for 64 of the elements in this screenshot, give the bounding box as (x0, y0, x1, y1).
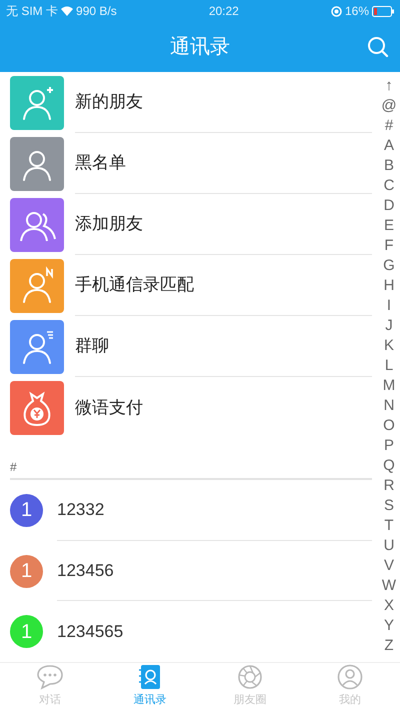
index-letter[interactable]: G (383, 256, 395, 276)
menu-label: 群聊 (75, 335, 109, 358)
index-letter[interactable]: L (384, 356, 394, 376)
index-letter[interactable]: Y (384, 616, 394, 636)
wifi-icon (61, 6, 74, 16)
index-letter[interactable]: S (384, 496, 394, 516)
contact-item[interactable]: 1 123456 (0, 540, 374, 602)
contact-name: 1234565 (57, 621, 124, 644)
index-letter[interactable]: E (384, 216, 394, 236)
index-letter[interactable]: # (384, 116, 394, 136)
menu-label: 手机通信录匹配 (75, 274, 194, 296)
menu-item[interactable]: 新的朋友 (0, 72, 374, 133)
index-letter[interactable]: V (384, 556, 394, 576)
index-letter[interactable]: Z (384, 636, 394, 656)
search-button[interactable] (366, 35, 390, 59)
index-letter[interactable]: A (384, 136, 394, 156)
speech-bubble-icon (36, 664, 64, 690)
index-letter[interactable]: R (384, 476, 394, 496)
carrier-text: 无 SIM 卡 (6, 3, 58, 20)
index-letter[interactable]: O (383, 416, 395, 436)
avatar-initial: 1 (10, 615, 43, 648)
index-letter[interactable]: U (384, 536, 394, 556)
avatar-initial: 1 (10, 554, 43, 588)
menu-label: 添加朋友 (75, 213, 143, 236)
index-letter[interactable]: F (384, 236, 394, 256)
contact-item[interactable]: 1 12332 (0, 480, 374, 541)
menu-label: 黑名单 (75, 152, 126, 174)
index-letter[interactable]: K (384, 336, 394, 356)
menu-label: 微语支付 (75, 396, 143, 419)
index-letter[interactable]: H (384, 276, 394, 296)
index-letter[interactable]: J (385, 316, 393, 336)
index-letter[interactable]: M (382, 376, 396, 396)
index-letter[interactable]: C (384, 176, 394, 196)
index-letter[interactable]: N (384, 396, 394, 416)
page-title: 通讯录 (170, 35, 230, 60)
index-letter[interactable]: Q (383, 456, 395, 476)
battery-percent: 16% (344, 3, 369, 20)
index-letter[interactable]: B (384, 156, 394, 176)
user-circle-icon (337, 664, 363, 690)
avatar-initial: 1 (10, 494, 43, 527)
clock-text: 20:22 (208, 3, 239, 20)
menu-item[interactable]: 群聊 (0, 316, 374, 377)
menu-item[interactable]: 手机通信录匹配 (0, 255, 374, 316)
index-letter[interactable]: W (382, 576, 396, 596)
index-letter[interactable]: D (384, 196, 394, 216)
index-letter[interactable]: I (386, 296, 392, 316)
menu-label: 新的朋友 (75, 91, 143, 114)
network-speed: 990 B/s (76, 3, 117, 20)
index-letter[interactable]: P (384, 436, 394, 456)
menu-item[interactable]: 微语支付 (0, 377, 374, 438)
aperture-icon (237, 664, 263, 690)
menu-item[interactable]: 黑名单 (0, 133, 374, 194)
index-letter[interactable]: ↑ (385, 76, 393, 96)
tab[interactable]: 通讯录 (100, 663, 200, 710)
contact-name: 123456 (57, 560, 114, 582)
battery-icon (372, 6, 394, 16)
index-letter[interactable]: X (384, 596, 394, 616)
menu-item[interactable]: 添加朋友 (0, 194, 374, 255)
alarm-icon (330, 6, 342, 16)
contact-name: 12332 (57, 499, 104, 521)
section-header: # (10, 458, 17, 476)
index-letter[interactable]: T (384, 516, 394, 536)
index-letter[interactable]: @ (381, 96, 397, 116)
contact-item[interactable]: 1 1234565 (0, 601, 374, 662)
